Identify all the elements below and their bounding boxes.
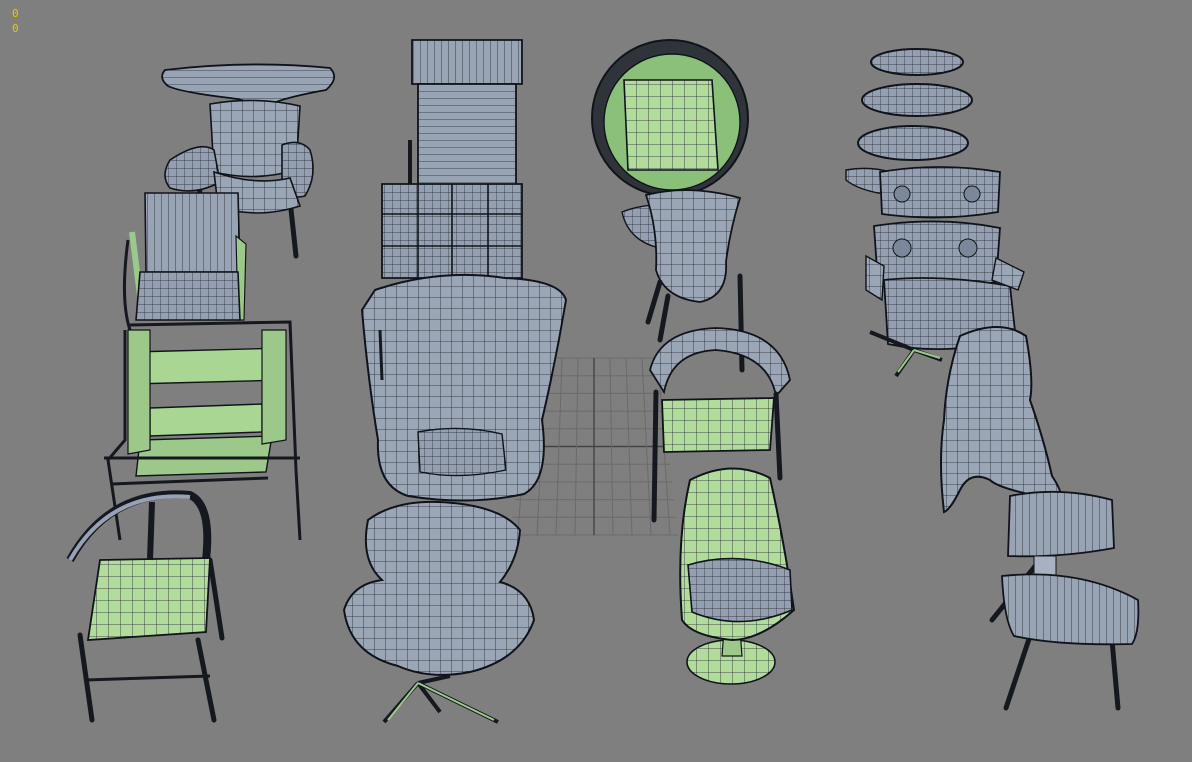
wishbone-chair-model[interactable] [66, 490, 225, 723]
scene-canvas[interactable] [0, 0, 1192, 762]
stat-verts: 0 [12, 22, 19, 35]
frame-lounge-chair-model[interactable] [122, 192, 247, 331]
pedestal-shell-chair-model[interactable] [679, 467, 796, 685]
plywood-lounge-chair-model[interactable] [989, 490, 1140, 711]
viewport-statistics: 0 0 [12, 6, 19, 36]
highback-lounge-chair-model[interactable] [408, 39, 523, 191]
panton-chair-model[interactable] [940, 326, 1062, 514]
viewport-3d[interactable]: 0 0 [0, 0, 1192, 762]
egg-chair-model[interactable] [360, 273, 568, 502]
tufted-cushion-model[interactable] [381, 183, 523, 279]
stat-polys: 0 [12, 7, 19, 20]
swan-chair-model[interactable] [342, 500, 536, 724]
